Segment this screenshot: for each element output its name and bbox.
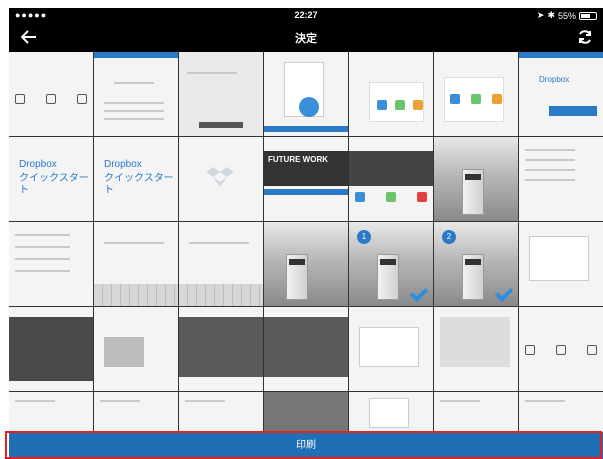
thumbnail[interactable]: Dropbox クイックスタート xyxy=(9,137,93,221)
page-title: 決定 xyxy=(295,33,317,45)
selection-badge: 1 xyxy=(357,230,371,244)
location-icon: ➤ xyxy=(536,10,545,20)
thumbnail[interactable] xyxy=(179,307,263,391)
thumbnail[interactable] xyxy=(519,222,603,306)
thumbnail[interactable] xyxy=(519,137,603,221)
selection-badge: 2 xyxy=(442,230,456,244)
thumbnail[interactable] xyxy=(434,137,518,221)
thumbnail[interactable] xyxy=(179,137,263,221)
thumbnail[interactable]: Dropbox クイックスタート xyxy=(94,137,178,221)
app-screen: ●●●●● 22:27 ➤ ✱ 55% 決定 Dropbox Dropbox ク… xyxy=(9,8,603,459)
thumbnail[interactable] xyxy=(94,52,178,136)
thumbnail[interactable] xyxy=(94,307,178,391)
thumbnail[interactable] xyxy=(264,222,348,306)
battery-percent: 55% xyxy=(557,10,576,21)
dropbox-title: Dropbox xyxy=(19,159,57,170)
thumbnail[interactable]: FUTURE WORK xyxy=(264,137,348,221)
thumbnail-grid: Dropbox Dropbox クイックスタート Dropbox クイックスター… xyxy=(9,52,603,459)
thumbnail-selected[interactable]: 1 xyxy=(349,222,433,306)
thumbnail[interactable] xyxy=(179,52,263,136)
status-right: ➤ ✱ 55% xyxy=(537,10,597,21)
thumbnail[interactable] xyxy=(264,52,348,136)
dropbox-subtitle: クイックスタート xyxy=(19,173,89,196)
thumbnail[interactable] xyxy=(94,222,178,306)
thumbnail[interactable] xyxy=(349,52,433,136)
navigation-bar: 決定 xyxy=(9,22,603,52)
refresh-icon xyxy=(579,30,591,44)
thumbnail[interactable] xyxy=(349,137,433,221)
battery-icon xyxy=(579,11,597,20)
thumbnail[interactable] xyxy=(434,307,518,391)
thumbnail[interactable] xyxy=(9,52,93,136)
bluetooth-icon: ✱ xyxy=(547,10,555,20)
thumbnail-selected[interactable]: 2 xyxy=(434,222,518,306)
thumbnail[interactable] xyxy=(349,307,433,391)
thumbnail[interactable] xyxy=(519,307,603,391)
status-bar: ●●●●● 22:27 ➤ ✱ 55% xyxy=(9,8,603,22)
thumbnail[interactable]: Dropbox xyxy=(519,52,603,136)
future-work-text: FUTURE WORK xyxy=(268,155,328,164)
share-icons xyxy=(15,94,87,104)
status-time: 22:27 xyxy=(294,10,318,20)
print-button[interactable]: 印刷 xyxy=(9,432,603,459)
thumbnail[interactable] xyxy=(264,307,348,391)
thumbnail[interactable] xyxy=(179,222,263,306)
thumbnail[interactable] xyxy=(9,307,93,391)
thumbnail[interactable] xyxy=(434,52,518,136)
dropbox-icon xyxy=(206,167,234,187)
refresh-button[interactable] xyxy=(573,26,597,48)
thumbnail[interactable] xyxy=(9,222,93,306)
share-icons xyxy=(525,345,597,355)
